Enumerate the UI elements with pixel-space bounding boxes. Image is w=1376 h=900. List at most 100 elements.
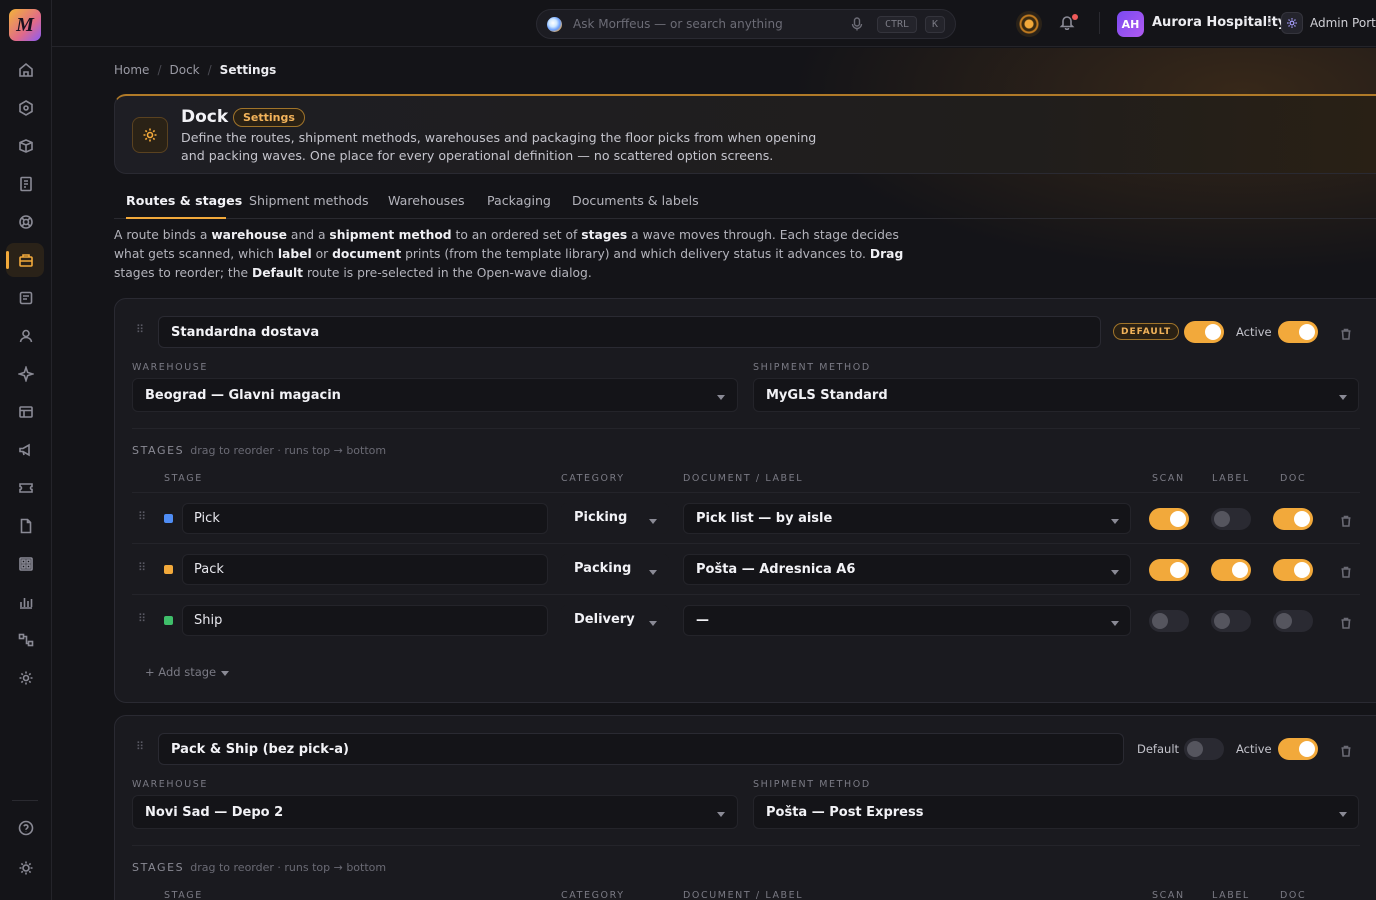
page-header: Dock Settings Define the routes, shipmen…: [114, 94, 1376, 174]
scan-toggle[interactable]: [1149, 610, 1189, 632]
divider: [132, 594, 1360, 595]
col-category: CATEGORY: [561, 473, 625, 484]
chevron-down-icon: [1339, 395, 1347, 400]
col-label: LABEL: [1212, 890, 1250, 900]
warehouse-select[interactable]: Beograd — Glavni magacin: [132, 378, 738, 412]
col-scan: SCAN: [1152, 890, 1185, 900]
stage-color-dot: [164, 616, 173, 625]
breadcrumb-current: Settings: [219, 63, 277, 77]
warehouse-label: WAREHOUSE: [132, 779, 208, 790]
flow-icon[interactable]: [17, 631, 35, 649]
theme-icon[interactable]: [17, 859, 35, 877]
hexagon-icon[interactable]: [17, 99, 35, 117]
delete-route-trash-icon[interactable]: [1340, 325, 1354, 340]
grid-icon[interactable]: [17, 555, 35, 573]
doc-toggle[interactable]: [1273, 508, 1313, 530]
route-name-input[interactable]: Pack & Ship (bez pick-a): [158, 733, 1124, 765]
page-description: Define the routes, shipment methods, war…: [181, 130, 817, 163]
file-icon[interactable]: [17, 517, 35, 535]
route-name-input[interactable]: Standardna dostava: [158, 316, 1101, 348]
tab-packaging[interactable]: Packaging: [487, 193, 551, 208]
bar-chart-icon[interactable]: [17, 593, 35, 611]
active-toggle[interactable]: [1278, 321, 1318, 343]
breadcrumb-separator: /: [207, 63, 212, 77]
app-logo[interactable]: M: [9, 9, 41, 41]
default-toggle[interactable]: [1184, 738, 1224, 760]
col-stage: STAGE: [164, 473, 203, 484]
breadcrumb-home[interactable]: Home: [114, 63, 149, 77]
delete-stage-trash-icon[interactable]: [1340, 614, 1354, 629]
shipment-method-label: SHIPMENT METHOD: [753, 779, 871, 790]
tab-documents-labels[interactable]: Documents & labels: [572, 193, 699, 208]
stage-name-input[interactable]: Pick: [182, 503, 548, 534]
topbar: Ask Morffeus — or search anything CTRL K…: [52, 0, 1376, 47]
tab-bar: Routes & stages Shipment methods Warehou…: [114, 186, 1376, 219]
receipt-icon[interactable]: [17, 175, 35, 193]
tab-routes-stages[interactable]: Routes & stages: [126, 193, 242, 208]
stage-document-select[interactable]: Pick list — by aisle: [683, 503, 1131, 534]
org-name[interactable]: Aurora Hospitality: [1152, 15, 1286, 30]
org-avatar[interactable]: AH: [1117, 11, 1144, 37]
col-document-label: DOCUMENT / LABEL: [683, 473, 804, 484]
default-toggle[interactable]: [1184, 321, 1224, 343]
drag-handle-icon[interactable]: ⠿: [136, 324, 146, 340]
default-label: Default: [1137, 742, 1180, 756]
drag-handle-icon[interactable]: ⠿: [136, 741, 146, 757]
box-icon[interactable]: [17, 137, 35, 155]
col-doc: DOC: [1280, 473, 1307, 484]
support-icon[interactable]: [17, 213, 35, 231]
shipment-method-select[interactable]: Pošta — Post Express: [753, 795, 1359, 829]
delete-stage-trash-icon[interactable]: [1340, 512, 1354, 527]
shipment-method-select[interactable]: MyGLS Standard: [753, 378, 1359, 412]
doc-toggle[interactable]: [1273, 610, 1313, 632]
chevron-down-icon: [1111, 570, 1119, 575]
label-toggle[interactable]: [1211, 610, 1251, 632]
assistant-orb-icon: [547, 17, 562, 32]
search-bar[interactable]: Ask Morffeus — or search anything CTRL K: [536, 9, 956, 39]
stage-document-select[interactable]: Pošta — Adresnica A6: [683, 554, 1131, 585]
label-toggle[interactable]: [1211, 559, 1251, 581]
active-toggle[interactable]: [1278, 738, 1318, 760]
megaphone-icon[interactable]: [17, 441, 35, 459]
search-placeholder: Ask Morffeus — or search anything: [573, 17, 783, 31]
scan-toggle[interactable]: [1149, 508, 1189, 530]
intro-text: A route binds a warehouse and a shipment…: [114, 228, 904, 280]
admin-portal-link[interactable]: Admin Portal: [1310, 16, 1376, 30]
warehouse-select[interactable]: Novi Sad — Depo 2: [132, 795, 738, 829]
add-stage-button[interactable]: + Add stage: [145, 665, 216, 679]
sparkle-icon[interactable]: [17, 365, 35, 383]
microphone-icon[interactable]: [850, 16, 864, 32]
settings-icon[interactable]: [17, 669, 35, 687]
sidebar: M: [0, 0, 52, 900]
home-icon[interactable]: [17, 61, 35, 79]
breadcrumb-dock[interactable]: Dock: [169, 63, 199, 77]
delete-route-trash-icon[interactable]: [1340, 742, 1354, 757]
table-icon[interactable]: [17, 403, 35, 421]
activity-ring-icon[interactable]: [1016, 11, 1042, 37]
stage-document-select[interactable]: —: [683, 605, 1131, 636]
stage-name-input[interactable]: Ship: [182, 605, 548, 636]
stage-name-input[interactable]: Pack: [182, 554, 548, 585]
main-content: Home / Dock / Settings Dock Settings Def…: [52, 48, 1376, 900]
scan-toggle[interactable]: [1149, 559, 1189, 581]
topbar-divider: [1099, 12, 1100, 34]
doc-toggle[interactable]: [1273, 559, 1313, 581]
label-toggle[interactable]: [1211, 508, 1251, 530]
admin-portal-icon[interactable]: [1281, 12, 1303, 34]
user-icon[interactable]: [17, 327, 35, 345]
document-icon[interactable]: [17, 289, 35, 307]
col-stage: STAGE: [164, 890, 203, 900]
help-icon[interactable]: [17, 819, 35, 837]
drag-handle-icon[interactable]: ⠿: [138, 511, 148, 527]
drag-handle-icon[interactable]: ⠿: [138, 562, 148, 578]
delete-stage-trash-icon[interactable]: [1340, 563, 1354, 578]
sidebar-divider: [12, 800, 38, 801]
tab-shipment-methods[interactable]: Shipment methods: [249, 193, 369, 208]
settings-gear-icon: [132, 117, 168, 153]
ticket-icon[interactable]: [17, 479, 35, 497]
drag-handle-icon[interactable]: ⠿: [138, 613, 148, 629]
chevron-down-icon: [1111, 519, 1119, 524]
dock-icon[interactable]: [17, 251, 35, 269]
tab-warehouses[interactable]: Warehouses: [388, 193, 465, 208]
chevron-down-icon: [649, 570, 657, 575]
